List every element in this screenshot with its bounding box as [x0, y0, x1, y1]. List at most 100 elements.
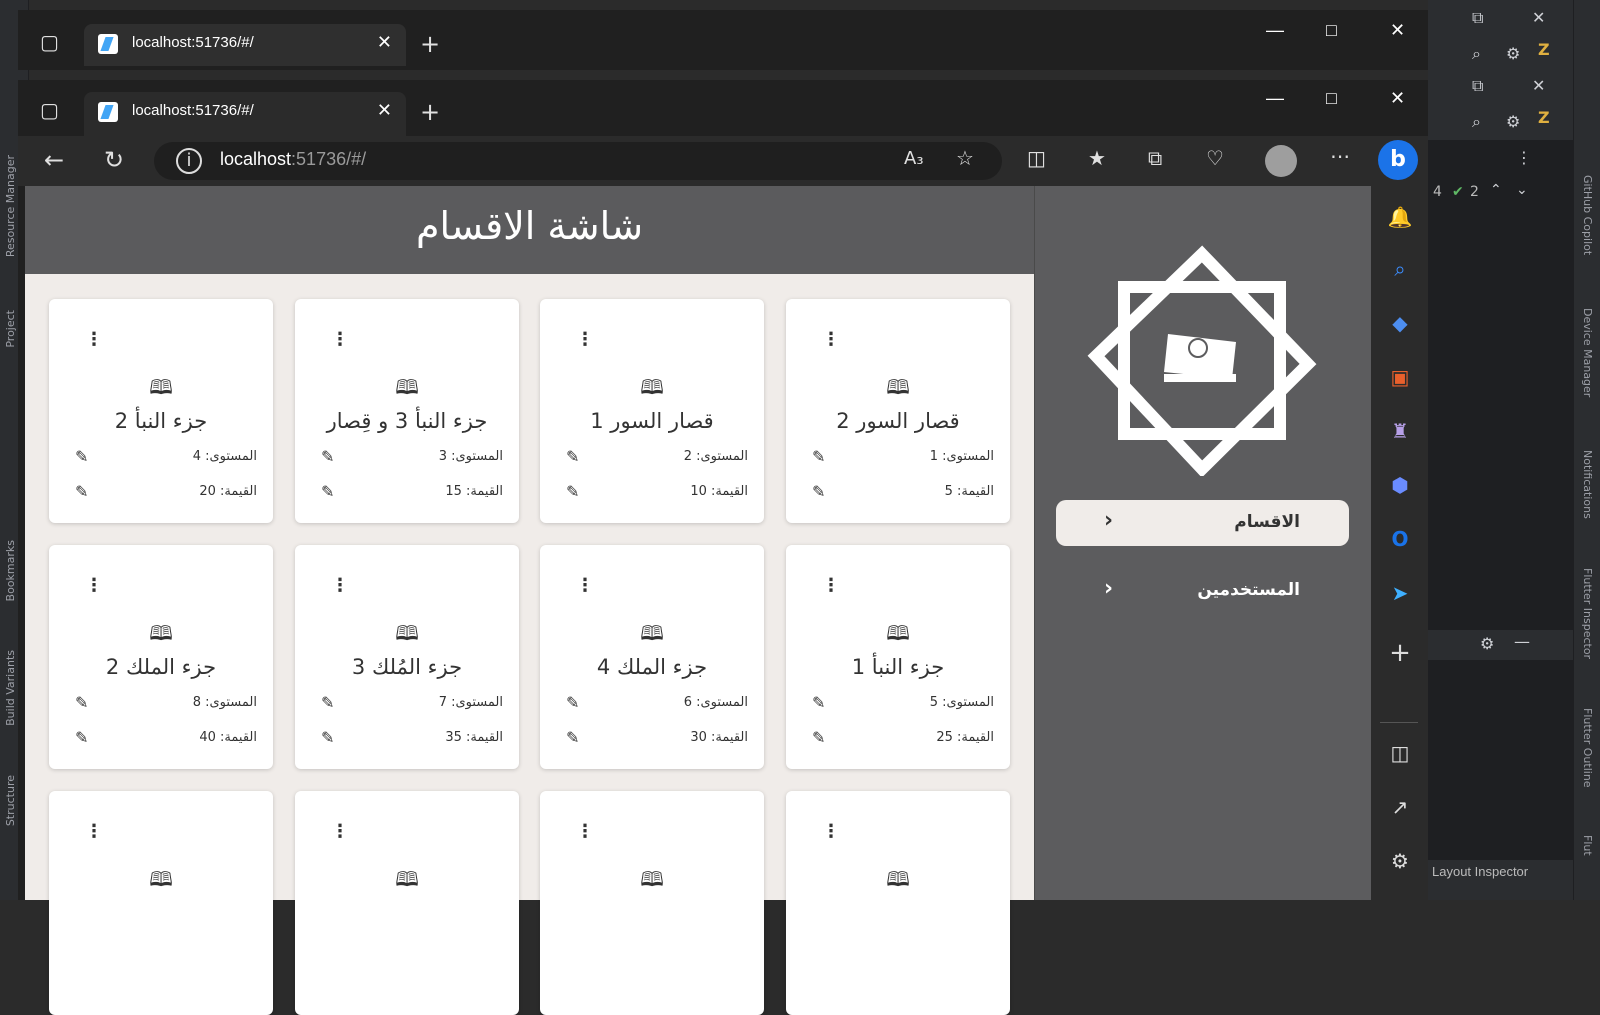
device-manager-tab[interactable]: Device Manager — [1581, 308, 1594, 397]
close-icon[interactable]: ✕ — [1390, 88, 1405, 109]
notifications-tab[interactable]: Notifications — [1581, 450, 1594, 519]
edit-level-icon[interactable]: ✎ — [812, 693, 825, 712]
browser-essentials-icon[interactable]: ♡ — [1206, 146, 1224, 170]
minimize-icon[interactable]: — — [1266, 20, 1284, 41]
copilot-app-icon[interactable]: ⬢ — [1385, 470, 1415, 500]
close-icon[interactable]: ✕ — [1532, 8, 1545, 27]
edit-value-icon[interactable]: ✎ — [75, 728, 88, 747]
edit-value-icon[interactable]: ✎ — [566, 728, 579, 747]
tab-actions-icon[interactable]: ▢ — [40, 98, 59, 122]
more-vertical-icon[interactable]: ⋮ — [576, 329, 594, 350]
chevron-up-icon[interactable]: ⌃ — [1490, 182, 1502, 198]
sidebar-toggle-icon[interactable]: ◫ — [1385, 738, 1415, 768]
favorites-icon[interactable]: ★ — [1088, 146, 1106, 170]
section-card[interactable]: ⋮ 🕮 جزء النبأ 1 المستوى: 5 القيمة: 25 ✎ … — [786, 545, 1010, 769]
section-card[interactable]: ⋮ 🕮 — [49, 791, 273, 1015]
minimize-icon[interactable]: — — [1266, 88, 1284, 109]
edit-value-icon[interactable]: ✎ — [321, 728, 334, 747]
section-card[interactable]: ⋮ 🕮 — [540, 791, 764, 1015]
nav-item-users[interactable]: المستخدمين ‹ — [1056, 568, 1349, 614]
copilot-icon[interactable]: b — [1378, 140, 1418, 180]
favorite-star-icon[interactable]: ☆ — [956, 146, 974, 170]
tab-actions-icon[interactable]: ▢ — [40, 30, 59, 54]
gear-icon[interactable]: ⚙ — [1385, 846, 1415, 876]
more-vertical-icon[interactable]: ⋮ — [822, 575, 840, 596]
external-link-icon[interactable]: ↗ — [1385, 792, 1415, 822]
tab-localhost[interactable]: localhost:51736/#/ ✕ — [84, 24, 406, 66]
more-vertical-icon[interactable]: ⋮ — [576, 575, 594, 596]
search-icon[interactable]: ⌕ — [1472, 112, 1481, 132]
more-vertical-icon[interactable]: ⋮ — [1516, 148, 1532, 167]
edit-level-icon[interactable]: ✎ — [75, 447, 88, 466]
edit-value-icon[interactable]: ✎ — [812, 482, 825, 501]
maximize-icon[interactable]: □ — [1326, 20, 1337, 41]
edit-level-icon[interactable]: ✎ — [812, 447, 825, 466]
ide-resource-manager-tab[interactable]: Resource Manager — [4, 155, 17, 257]
chevron-down-icon[interactable]: ⌄ — [1516, 182, 1528, 198]
more-vertical-icon[interactable]: ⋮ — [331, 329, 349, 350]
section-card[interactable]: ⋮ 🕮 جزء المُلك 3 المستوى: 7 القيمة: 35 ✎… — [295, 545, 519, 769]
games-icon[interactable]: ♜ — [1385, 416, 1415, 446]
back-icon[interactable]: ← — [44, 146, 64, 174]
edit-value-icon[interactable]: ✎ — [321, 482, 334, 501]
site-info-icon[interactable]: i — [176, 148, 202, 174]
new-tab-icon[interactable]: + — [420, 98, 440, 126]
gear-icon[interactable]: ⚙ — [1506, 44, 1520, 63]
restore-icon[interactable]: ⧉ — [1472, 8, 1483, 28]
url-text[interactable]: localhost:51736/#/ — [220, 149, 366, 170]
section-card[interactable]: ⋮ 🕮 قصار السور 2 المستوى: 1 القيمة: 5 ✎ … — [786, 299, 1010, 523]
close-icon[interactable]: ✕ — [1390, 20, 1405, 41]
edit-level-icon[interactable]: ✎ — [566, 447, 579, 466]
section-card[interactable]: ⋮ 🕮 جزء النبأ 3 و قِصار المستوى: 3 القيم… — [295, 299, 519, 523]
gear-icon[interactable]: ⚙ — [1506, 112, 1520, 131]
edit-level-icon[interactable]: ✎ — [566, 693, 579, 712]
more-vertical-icon[interactable]: ⋮ — [576, 821, 594, 842]
section-card[interactable]: ⋮ 🕮 — [786, 791, 1010, 1015]
maximize-icon[interactable]: □ — [1326, 88, 1337, 109]
restore-icon[interactable]: ⧉ — [1472, 76, 1483, 96]
ide-structure-tab[interactable]: Structure — [4, 775, 17, 826]
close-tab-icon[interactable]: ✕ — [377, 32, 392, 53]
bell-icon[interactable]: 🔔 — [1385, 202, 1415, 232]
flutter-outline-tab[interactable]: Flutter Outline — [1581, 708, 1594, 788]
layout-inspector-tab[interactable]: Layout Inspector — [1432, 864, 1528, 879]
flutter-inspector-tab[interactable]: Flutter Inspector — [1581, 568, 1594, 659]
minimize-icon[interactable]: — — [1514, 632, 1530, 651]
plugin-icon[interactable]: Z — [1538, 40, 1550, 59]
ide-project-tab[interactable]: Project — [4, 310, 17, 348]
close-tab-icon[interactable]: ✕ — [377, 100, 392, 121]
add-icon[interactable]: + — [1385, 638, 1415, 668]
search-icon[interactable]: ⌕ — [1472, 44, 1481, 64]
refresh-icon[interactable]: ↻ — [104, 146, 124, 174]
section-card[interactable]: ⋮ 🕮 جزء النبأ 2 المستوى: 4 القيمة: 20 ✎ … — [49, 299, 273, 523]
send-icon[interactable]: ➤ — [1385, 578, 1415, 608]
edit-level-icon[interactable]: ✎ — [321, 447, 334, 466]
more-vertical-icon[interactable]: ⋮ — [85, 575, 103, 596]
flutter-tab[interactable]: Flut — [1581, 835, 1594, 856]
edit-value-icon[interactable]: ✎ — [566, 482, 579, 501]
edit-level-icon[interactable]: ✎ — [321, 693, 334, 712]
close-icon[interactable]: ✕ — [1532, 76, 1545, 95]
tools-icon[interactable]: ▣ — [1385, 362, 1415, 392]
gear-icon[interactable]: ⚙ — [1480, 634, 1494, 653]
more-vertical-icon[interactable]: ⋮ — [822, 821, 840, 842]
more-vertical-icon[interactable]: ⋮ — [331, 821, 349, 842]
edit-value-icon[interactable]: ✎ — [812, 728, 825, 747]
section-card[interactable]: ⋮ 🕮 جزء الملك 2 المستوى: 8 القيمة: 40 ✎ … — [49, 545, 273, 769]
edit-level-icon[interactable]: ✎ — [75, 693, 88, 712]
new-tab-icon[interactable]: + — [420, 30, 440, 58]
plugin-icon[interactable]: Z — [1538, 108, 1550, 127]
read-aloud-icon[interactable]: A₃ — [904, 148, 924, 169]
search-icon[interactable]: ⌕ — [1385, 254, 1415, 284]
ide-build-variants-tab[interactable]: Build Variants — [4, 650, 17, 726]
more-vertical-icon[interactable]: ⋮ — [85, 821, 103, 842]
shopping-tag-icon[interactable]: ◆ — [1385, 308, 1415, 338]
collections-icon[interactable]: ⧉ — [1148, 146, 1162, 170]
profile-avatar[interactable] — [1265, 145, 1297, 177]
section-card[interactable]: ⋮ 🕮 جزء الملك 4 المستوى: 6 القيمة: 30 ✎ … — [540, 545, 764, 769]
edit-value-icon[interactable]: ✎ — [75, 482, 88, 501]
more-vertical-icon[interactable]: ⋮ — [822, 329, 840, 350]
split-screen-icon[interactable]: ◫ — [1027, 146, 1046, 170]
more-horizontal-icon[interactable]: ⋯ — [1330, 144, 1350, 168]
nav-item-sections[interactable]: الاقسام ‹ — [1056, 500, 1349, 546]
